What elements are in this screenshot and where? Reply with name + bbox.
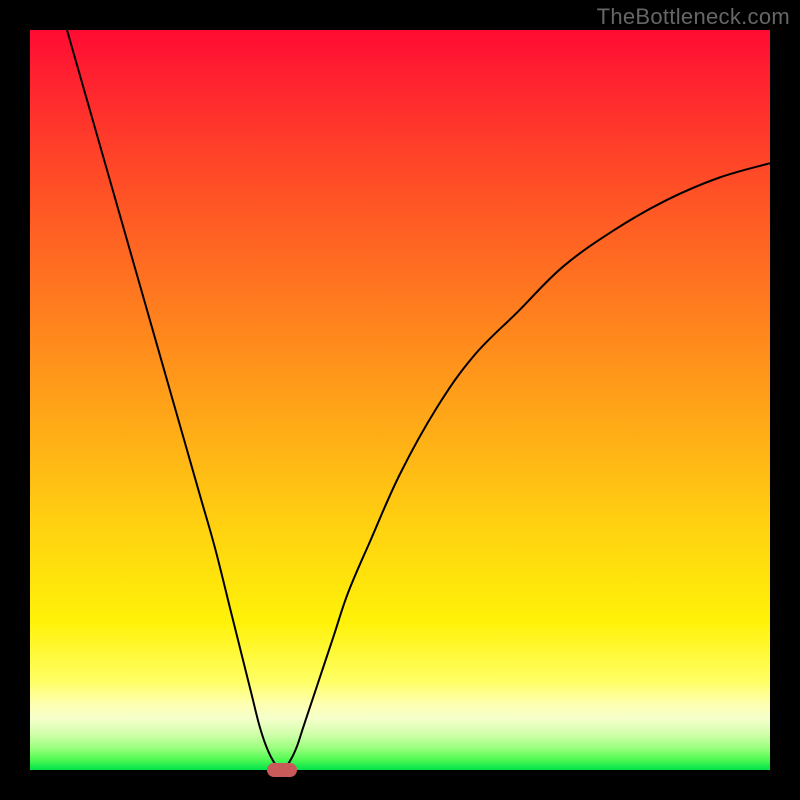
plot-area <box>30 30 770 770</box>
curve-line <box>67 30 770 770</box>
optimal-marker <box>267 763 297 777</box>
chart-frame: TheBottleneck.com <box>0 0 800 800</box>
watermark-text: TheBottleneck.com <box>597 4 790 30</box>
bottleneck-curve <box>30 30 770 770</box>
